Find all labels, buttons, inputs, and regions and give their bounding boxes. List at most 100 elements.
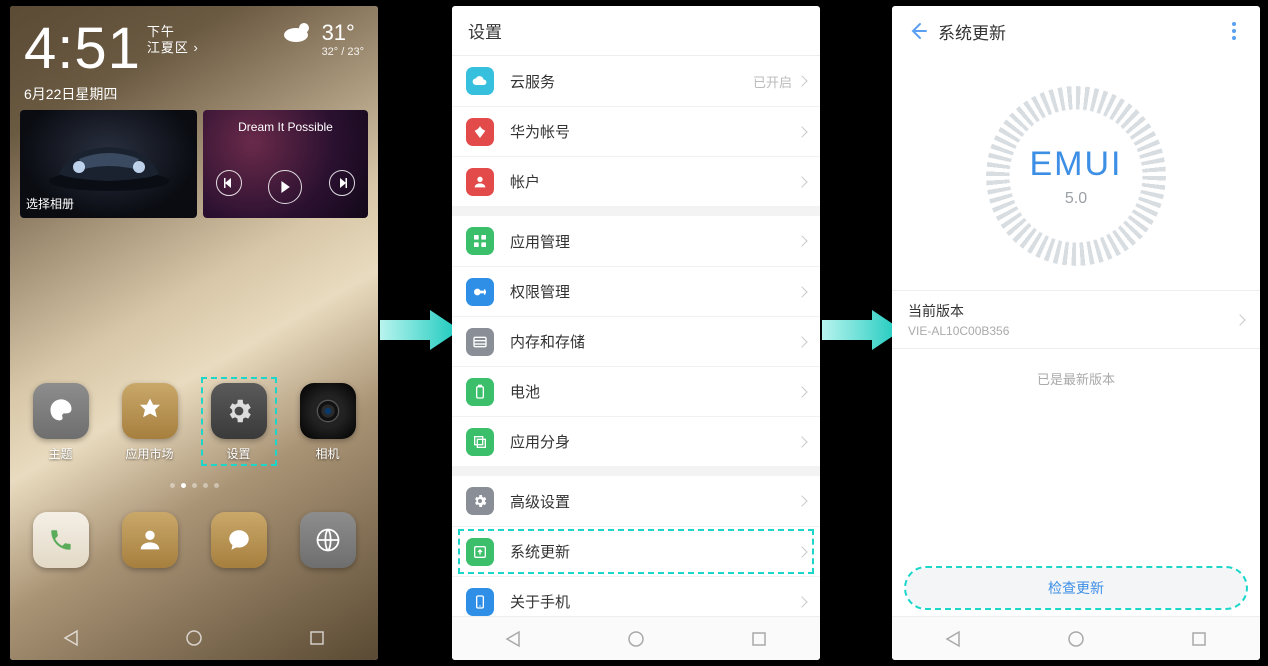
clock-ampm: 下午 [147,24,175,39]
settings-row-label: 应用分身 [510,431,798,452]
battery-icon [466,378,494,406]
check-updates-label: 检查更新 [1048,578,1104,598]
back-button[interactable] [902,15,934,47]
messages-icon [211,512,267,568]
emui-brand: EMUI [1030,145,1123,184]
chevron-right-icon [796,386,807,397]
settings-row-label: 高级设置 [510,491,798,512]
flow-arrow-icon [380,310,460,350]
nav-home-button[interactable] [626,629,646,649]
app-themes[interactable]: 主题 [19,383,103,462]
settings-row-about[interactable]: 关于手机 [452,576,820,616]
dock [10,512,378,568]
settings-row-update[interactable]: 系统更新 [452,526,820,576]
chevron-right-icon [796,546,807,557]
settings-row-storage[interactable]: 内存和存储 [452,316,820,366]
perm-icon [466,278,494,306]
settings-row-label: 华为帐号 [510,121,798,142]
weather-icon [282,20,314,44]
chevron-right-icon [796,176,807,187]
chevron-right-icon [796,286,807,297]
settings-header: 设置 [452,6,820,56]
theme-icon [33,383,89,439]
settings-row-label: 帐户 [510,171,798,192]
account-icon [466,168,494,196]
storage-icon [466,328,494,356]
globe-icon [300,512,356,568]
android-navbar [452,616,820,660]
date-text: 6月22日星期四 [10,82,378,110]
settings-row-clone[interactable]: 应用分身 [452,416,820,466]
advanced-icon [466,487,494,515]
nav-back-button[interactable] [503,629,523,649]
camera-icon [300,383,356,439]
settings-row-label: 云服务 [510,71,753,92]
gallery-widget[interactable]: 选择相册 [20,110,197,218]
settings-row-apps[interactable]: 应用管理 [452,216,820,266]
chevron-right-icon [796,336,807,347]
flow-arrow-icon [822,310,902,350]
app-camera[interactable]: 相机 [286,383,370,462]
settings-row-huawei[interactable]: 华为帐号 [452,106,820,156]
dock-browser[interactable] [286,512,370,568]
settings-row-battery[interactable]: 电池 [452,366,820,416]
settings-row-perm[interactable]: 权限管理 [452,266,820,316]
nav-recent-button[interactable] [1189,629,1209,649]
weather-temp: 31° [322,20,364,46]
settings-row-meta: 已开启 [753,72,792,91]
current-version-label: 当前版本 [908,301,1236,321]
dock-phone[interactable] [19,512,103,568]
settings-row-label: 系统更新 [510,541,798,562]
nav-recent-button[interactable] [307,628,327,648]
nav-back-button[interactable] [943,629,963,649]
settings-row-label: 关于手机 [510,591,798,612]
dock-messages[interactable] [197,512,281,568]
settings-row-cloud[interactable]: 云服务已开启 [452,56,820,106]
app-label: 主题 [48,445,72,462]
app-label: 应用市场 [125,445,173,462]
apps-icon [466,227,494,255]
clock-location: 江夏区 › [147,40,199,55]
contacts-icon [122,512,178,568]
chevron-right-icon [796,495,807,506]
huawei-icon [466,118,494,146]
nav-recent-button[interactable] [749,629,769,649]
nav-back-button[interactable] [61,628,81,648]
app-label: 相机 [315,445,339,462]
clock-widget[interactable]: 4:51 下午 江夏区 › [24,20,199,78]
settings-screen: 设置 云服务已开启华为帐号帐户应用管理权限管理内存和存储电池应用分身高级设置系统… [452,6,820,660]
check-updates-button[interactable]: 检查更新 [906,568,1246,608]
android-navbar [892,616,1260,660]
android-navbar [10,616,378,660]
page-indicator [10,483,378,488]
music-prev-button[interactable] [216,170,242,196]
update-status-text: 已是最新版本 [892,349,1260,408]
music-widget[interactable]: Dream It Possible [203,110,368,218]
app-appmarket[interactable]: 应用市场 [108,383,192,462]
gallery-widget-label: 选择相册 [26,195,74,212]
music-next-button[interactable] [329,170,355,196]
weather-widget[interactable]: 31° 32° / 23° [282,20,364,58]
app-settings[interactable]: 设置 [197,383,281,462]
overflow-menu-button[interactable] [1218,22,1250,40]
chevron-right-icon [796,436,807,447]
nav-home-button[interactable] [1066,629,1086,649]
settings-row-label: 权限管理 [510,281,798,302]
clone-icon [466,428,494,456]
app-row: 主题 应用市场 设置 相机 [10,383,378,462]
nav-home-button[interactable] [184,628,204,648]
music-track-title: Dream It Possible [203,120,368,134]
current-version-value: VIE-AL10C00B356 [908,324,1236,338]
settings-row-advanced[interactable]: 高级设置 [452,476,820,526]
clock-time: 4:51 [24,20,141,78]
settings-list[interactable]: 云服务已开启华为帐号帐户应用管理权限管理内存和存储电池应用分身高级设置系统更新关… [452,56,820,616]
music-play-button[interactable] [268,170,302,204]
update-title: 系统更新 [934,19,1218,44]
settings-row-label: 电池 [510,381,798,402]
about-icon [466,588,494,616]
settings-row-label: 内存和存储 [510,331,798,352]
dock-contacts[interactable] [108,512,192,568]
market-icon [122,383,178,439]
settings-row-account[interactable]: 帐户 [452,156,820,206]
current-version-row[interactable]: 当前版本 VIE-AL10C00B356 [892,290,1260,349]
